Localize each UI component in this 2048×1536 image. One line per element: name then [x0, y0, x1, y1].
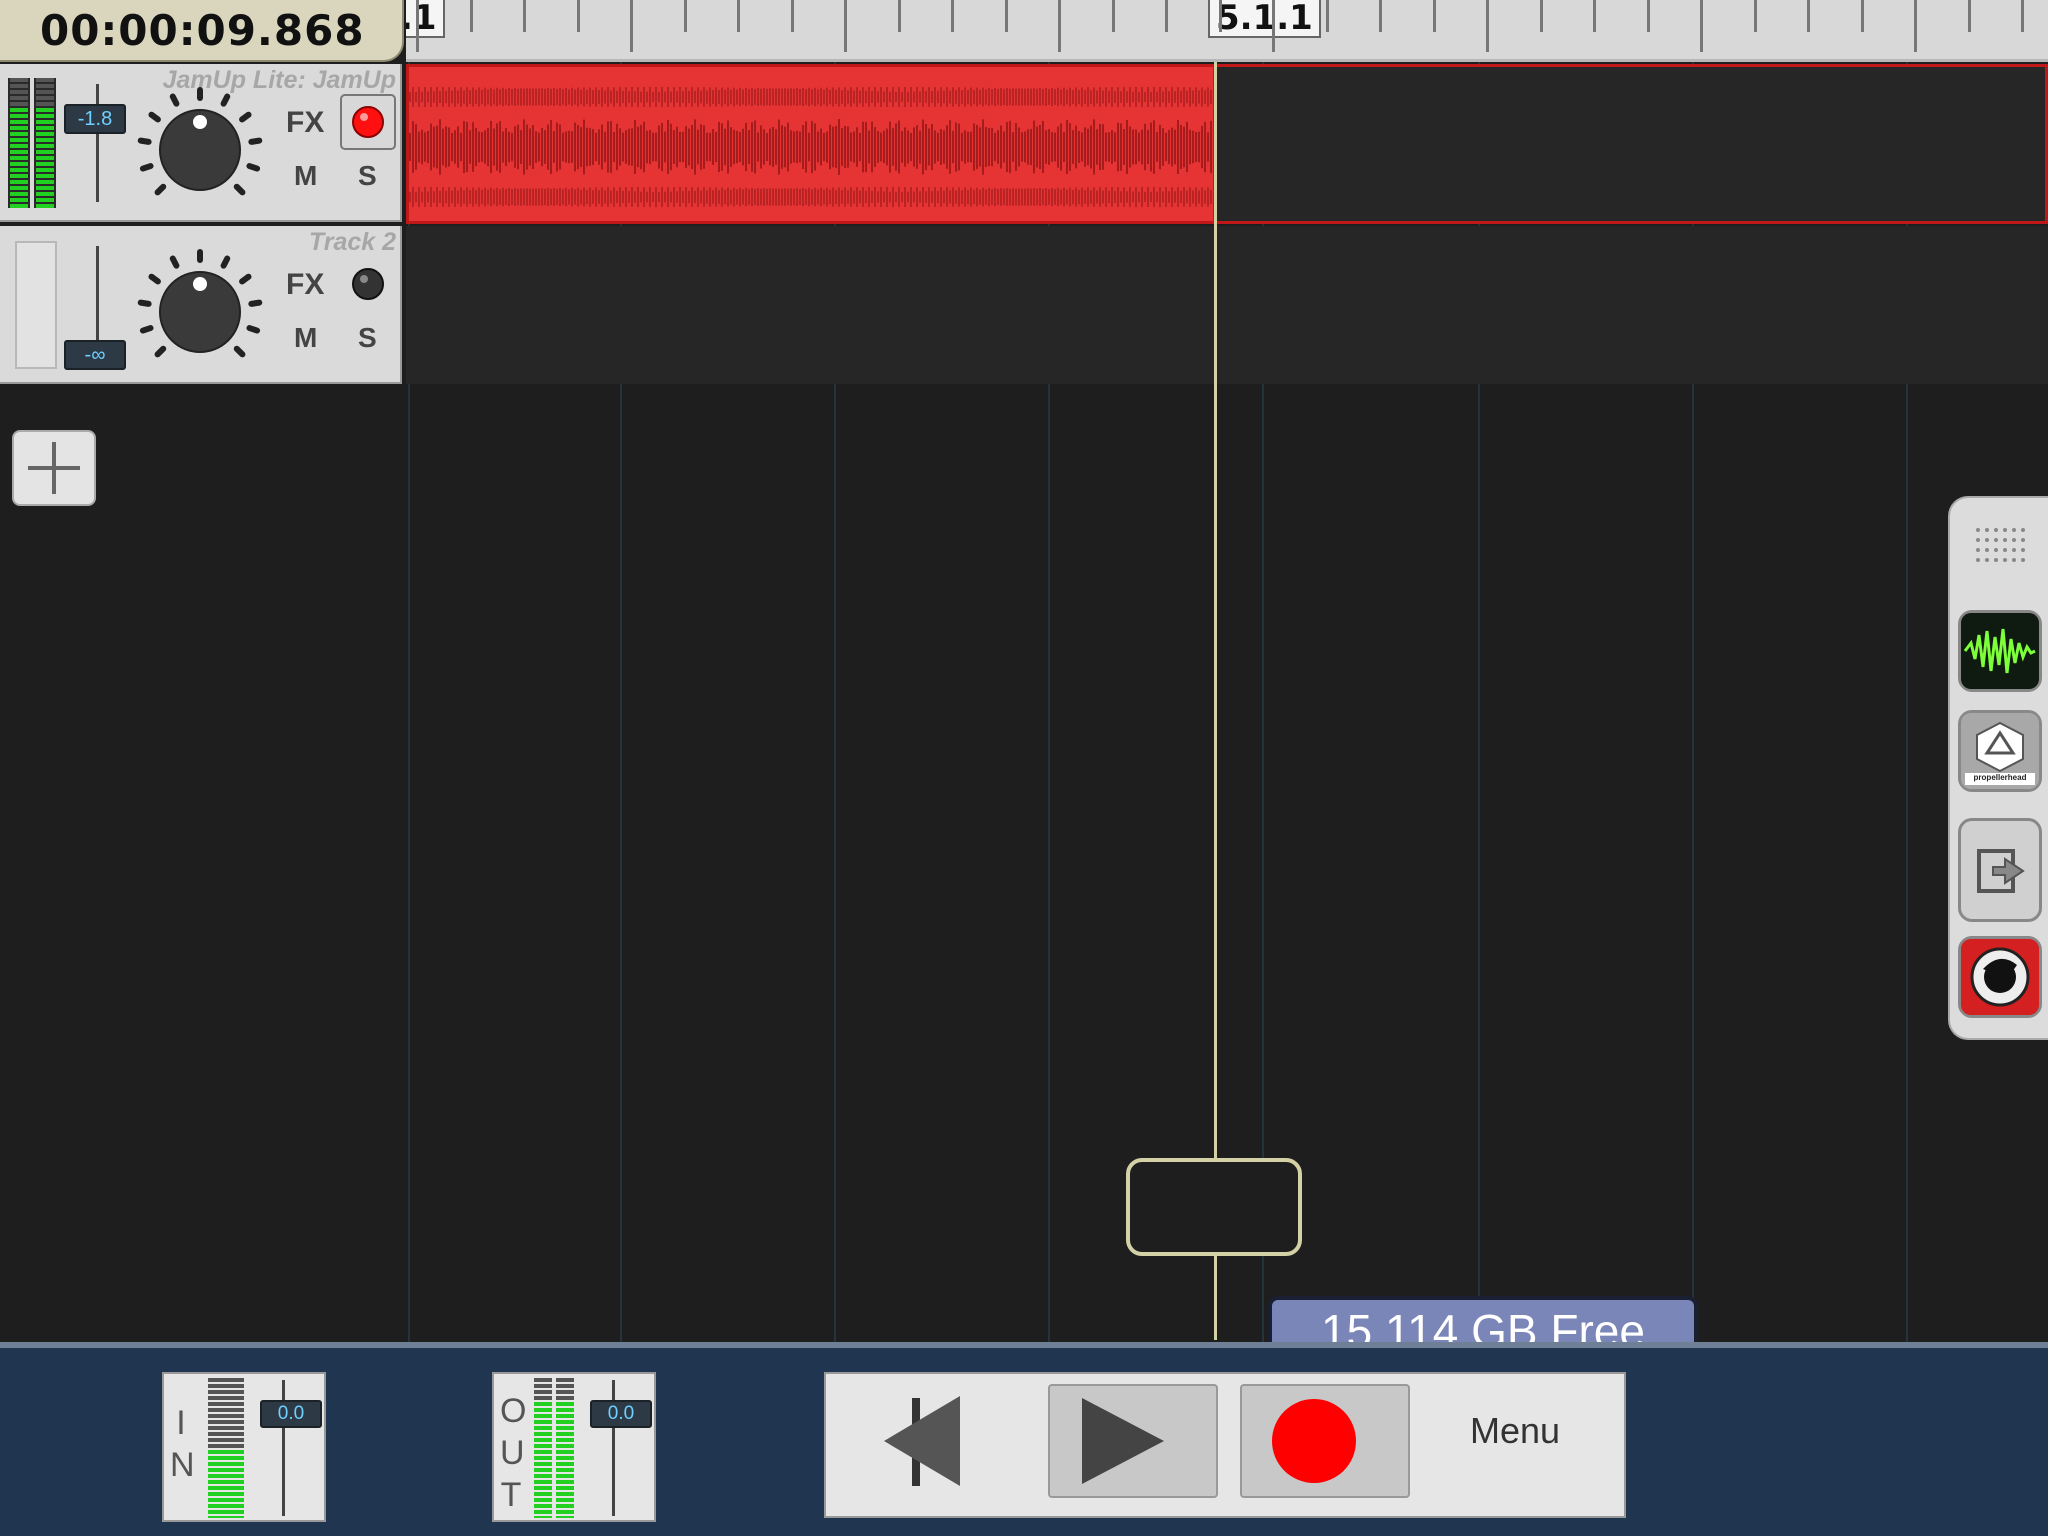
- ruler-tick: [790, 0, 794, 32]
- record-button[interactable]: [1240, 1384, 1410, 1498]
- waveform-app-icon[interactable]: [1958, 610, 2042, 692]
- record-icon: [1272, 1399, 1356, 1483]
- ruler-tick: [469, 0, 473, 32]
- clip-selection-region[interactable]: [1216, 64, 2048, 224]
- ruler-tick: [1700, 0, 1703, 52]
- ruler-tick: [737, 0, 740, 32]
- ruler-tick: [1807, 0, 1810, 32]
- menu-button[interactable]: Menu: [1470, 1410, 1560, 1452]
- track-lane-2[interactable]: [406, 226, 2048, 384]
- record-arm-button[interactable]: [340, 94, 396, 150]
- waveform-icon: [1961, 613, 2039, 689]
- output-level-panel[interactable]: OUT 0.0: [492, 1372, 656, 1522]
- output-value: 0.0: [590, 1400, 652, 1428]
- timeline-ruler[interactable]: .1 5.1.1: [406, 0, 2048, 62]
- waveform: [409, 87, 1212, 207]
- ruler-tick: [1967, 0, 1971, 32]
- input-label: IN: [170, 1404, 195, 1484]
- solo-button[interactable]: S: [358, 322, 377, 354]
- transport-panel: Menu: [824, 1372, 1626, 1518]
- mute-button[interactable]: M: [294, 160, 317, 192]
- pan-knob[interactable]: [132, 242, 268, 378]
- ruler-label-left: .1: [406, 0, 445, 38]
- volume-value: -∞: [64, 340, 126, 370]
- ruler-tick: [1004, 0, 1008, 32]
- ruler-tick: [1432, 0, 1436, 32]
- ruler-tick: [630, 0, 633, 52]
- input-level-panel[interactable]: IN 0.0: [162, 1372, 326, 1522]
- input-value: 0.0: [260, 1400, 322, 1428]
- track-header-2[interactable]: Track 2 -∞ FX M S: [0, 226, 402, 384]
- ruler-tick: [897, 0, 901, 32]
- ruler-tick: [1058, 0, 1061, 52]
- jamup-app-icon[interactable]: [1958, 936, 2042, 1018]
- play-button[interactable]: [1048, 1384, 1218, 1498]
- ruler-tick: [1593, 0, 1596, 32]
- time-display: 00:00:09.868: [40, 6, 365, 55]
- track-level-meter: [15, 241, 57, 369]
- bottom-bar: IN 0.0 OUT 0.0 Menu: [0, 1342, 2048, 1536]
- track-level-meter: [8, 78, 56, 208]
- mute-button[interactable]: M: [294, 322, 317, 354]
- output-label: OUT: [500, 1392, 527, 1514]
- output-level-meter: [534, 1378, 574, 1518]
- ruler-tick: [1646, 0, 1650, 32]
- time-display-box[interactable]: 00:00:09.868: [0, 0, 404, 62]
- audiobus-dock[interactable]: propellerhead: [1948, 496, 2048, 1040]
- ruler-tick: [1486, 0, 1489, 52]
- volume-fader[interactable]: [96, 84, 99, 202]
- ruler-tick: [1753, 0, 1757, 32]
- pan-knob[interactable]: [132, 80, 268, 216]
- ruler-tick: [1379, 0, 1382, 32]
- ruler-tick: [1272, 0, 1275, 52]
- track-name: Track 2: [308, 228, 396, 256]
- plus-icon: [28, 442, 80, 494]
- input-level-meter: [208, 1378, 244, 1518]
- playhead-handle[interactable]: [1126, 1158, 1302, 1256]
- fx-button[interactable]: FX: [286, 106, 324, 140]
- ruler-tick: [416, 0, 419, 52]
- ruler-tick: [523, 0, 526, 32]
- import-export-button[interactable]: [1958, 818, 2042, 922]
- propellerhead-app-icon[interactable]: propellerhead: [1958, 710, 2042, 792]
- skip-to-start-icon: [884, 1396, 960, 1486]
- ruler-tick: [1539, 0, 1543, 32]
- propellerhead-label: propellerhead: [1973, 773, 2027, 782]
- volume-value: -1.8: [64, 104, 126, 134]
- ruler-tick: [1218, 0, 1222, 32]
- ruler-tick: [1914, 0, 1917, 52]
- fx-button[interactable]: FX: [286, 268, 324, 302]
- ruler-tick: [1325, 0, 1329, 32]
- ruler-tick: [1165, 0, 1168, 32]
- ruler-tick: [951, 0, 954, 32]
- ruler-tick: [683, 0, 687, 32]
- import-export-icon: [1977, 849, 2025, 893]
- ruler-tick: [2021, 0, 2024, 32]
- add-track-button[interactable]: [12, 430, 96, 506]
- ruler-tick: [1111, 0, 1115, 32]
- audio-clip[interactable]: [406, 64, 1216, 224]
- playhead[interactable]: [1214, 62, 1217, 1340]
- rewind-button[interactable]: [848, 1384, 994, 1498]
- ruler-tick: [576, 0, 580, 32]
- ruler-label-bar5: 5.1.1: [1208, 0, 1321, 38]
- ruler-tick: [1860, 0, 1864, 32]
- ruler-tick: [844, 0, 847, 52]
- solo-button[interactable]: S: [358, 160, 377, 192]
- play-icon: [1082, 1398, 1164, 1484]
- grip-icon[interactable]: [1974, 526, 2026, 566]
- amp-knob-icon: [1961, 939, 2039, 1015]
- record-arm-button[interactable]: [340, 256, 396, 312]
- track-header-1[interactable]: JamUp Lite: JamUp -1.8 FX M S: [0, 64, 402, 222]
